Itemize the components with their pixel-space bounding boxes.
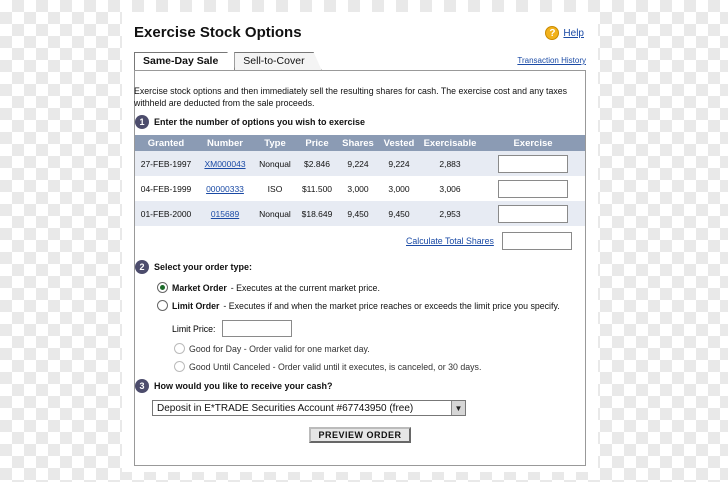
shares-cell: 9,224 (337, 151, 379, 176)
table-row: 04-FEB-1999 00000333 ISO $11.500 3,000 3… (135, 176, 585, 201)
good-for-day-label: Good for Day - Order valid for one marke… (189, 343, 370, 354)
step-3-number: 3 (135, 379, 149, 393)
col-price: Price (297, 135, 337, 151)
price-cell: $18.649 (297, 201, 337, 226)
grant-number-link[interactable]: 015689 (211, 209, 239, 219)
exercise-cell (481, 201, 585, 226)
options-table: Granted Number Type Price Shares Vested … (135, 135, 585, 226)
limit-order-option[interactable]: Limit Order - Executes if and when the m… (157, 300, 560, 311)
grant-number-link[interactable]: 00000333 (206, 184, 244, 194)
price-cell: $2.846 (297, 151, 337, 176)
market-order-name: Market Order (172, 282, 227, 293)
limit-price-row: Limit Price: (172, 320, 292, 337)
step-1-label: Enter the number of options you wish to … (154, 117, 366, 127)
good-until-canceled-label: Good Until Canceled - Order valid until … (189, 361, 482, 372)
table-header-row: Granted Number Type Price Shares Vested … (135, 135, 585, 151)
exercise-input[interactable] (498, 179, 568, 198)
granted-cell: 04-FEB-1999 (135, 176, 197, 201)
shares-cell: 9,450 (337, 201, 379, 226)
exercise-cell (481, 176, 585, 201)
limit-order-desc: - Executes if and when the market price … (223, 300, 560, 311)
number-cell: XM000043 (197, 151, 253, 176)
step-2: 2 Select your order type: (135, 260, 252, 274)
good-until-canceled-radio[interactable] (174, 361, 185, 372)
col-type: Type (253, 135, 297, 151)
content-layer: Exercise stock options and then immediat… (122, 0, 598, 482)
exercise-input[interactable] (498, 154, 568, 173)
receive-cash-value: Deposit in E*TRADE Securities Account #6… (157, 402, 414, 414)
exercisable-cell: 2,883 (419, 151, 481, 176)
vested-cell: 3,000 (379, 176, 419, 201)
col-exercisable: Exercisable (419, 135, 481, 151)
vested-cell: 9,224 (379, 151, 419, 176)
grant-number-link[interactable]: XM000043 (204, 159, 245, 169)
table-row: 27-FEB-1997 XM000043 Nonqual $2.846 9,22… (135, 151, 585, 176)
col-number: Number (197, 135, 253, 151)
number-cell: 015689 (197, 201, 253, 226)
market-order-radio[interactable] (157, 282, 168, 293)
step-3: 3 How would you like to receive your cas… (135, 379, 333, 393)
exercisable-cell: 2,953 (419, 201, 481, 226)
intro-text: Exercise stock options and then immediat… (134, 86, 568, 108)
preview-order-button[interactable]: PREVIEW ORDER (309, 427, 411, 443)
col-exercise: Exercise (481, 135, 585, 151)
step-1-number: 1 (135, 115, 149, 129)
granted-cell: 27-FEB-1997 (135, 151, 197, 176)
calc-total-link[interactable]: Calculate Total Shares (406, 236, 494, 246)
exercisable-cell: 3,006 (419, 176, 481, 201)
market-order-desc: - Executes at the current market price. (230, 282, 380, 293)
total-shares-input[interactable] (501, 232, 572, 250)
exercise-input[interactable] (498, 204, 568, 223)
table-row: 01-FEB-2000 015689 Nonqual $18.649 9,450… (135, 201, 585, 226)
type-cell: Nonqual (253, 151, 297, 176)
good-for-day-radio[interactable] (174, 343, 185, 354)
step-2-label: Select your order type: (154, 262, 253, 272)
limit-price-input[interactable] (221, 320, 292, 337)
number-cell: 00000333 (197, 176, 253, 201)
step-1: 1 Enter the number of options you wish t… (135, 115, 365, 129)
good-for-day-option[interactable]: Good for Day - Order valid for one marke… (174, 343, 370, 354)
limit-order-radio[interactable] (157, 300, 168, 311)
shares-cell: 3,000 (337, 176, 379, 201)
col-granted: Granted (135, 135, 197, 151)
col-shares: Shares (337, 135, 379, 151)
step-2-number: 2 (135, 260, 149, 274)
vested-cell: 9,450 (379, 201, 419, 226)
limit-order-name: Limit Order (172, 300, 220, 311)
good-until-canceled-option[interactable]: Good Until Canceled - Order valid until … (174, 361, 481, 372)
step-3-label: How would you like to receive your cash? (154, 381, 333, 391)
exercise-cell (481, 151, 585, 176)
price-cell: $11.500 (297, 176, 337, 201)
receive-cash-select[interactable]: Deposit in E*TRADE Securities Account #6… (152, 400, 466, 416)
type-cell: ISO (253, 176, 297, 201)
chevron-down-icon[interactable]: ▼ (451, 401, 465, 415)
type-cell: Nonqual (253, 201, 297, 226)
calc-total-row: Calculate Total Shares (406, 232, 572, 250)
limit-price-label: Limit Price: (172, 323, 216, 334)
market-order-option[interactable]: Market Order - Executes at the current m… (157, 282, 380, 293)
granted-cell: 01-FEB-2000 (135, 201, 197, 226)
col-vested: Vested (379, 135, 419, 151)
